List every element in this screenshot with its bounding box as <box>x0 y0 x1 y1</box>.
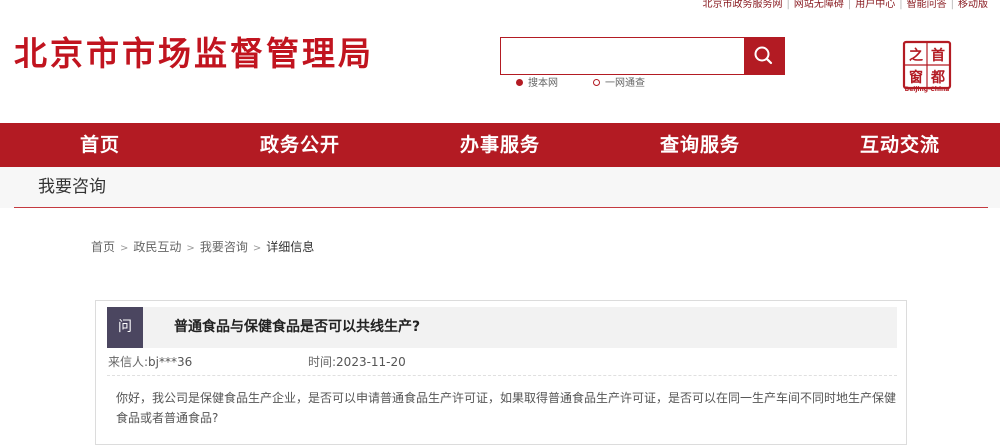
search-input[interactable] <box>501 38 744 74</box>
radio-unselected-icon <box>593 79 600 86</box>
top-link-mobile[interactable]: 移动版 <box>958 0 988 10</box>
top-link-separator: | <box>847 0 852 10</box>
chevron-right-icon: > <box>252 243 262 254</box>
card-divider <box>107 375 897 376</box>
logo-char: 之 <box>909 47 923 64</box>
top-link-separator: | <box>950 0 954 10</box>
question-content: 你好，我公司是保健食品生产企业，是否可以申请普通食品生产许可证，如果取得普通食品… <box>116 391 897 425</box>
nav-query[interactable]: 查询服务 <box>600 123 800 167</box>
sender-value: bj***36 <box>148 355 193 369</box>
breadcrumb-home[interactable]: 首页 <box>91 240 115 254</box>
top-link-accessibility[interactable]: 网站无障碍 <box>794 0 844 10</box>
question-title: 普通食品与保健食品是否可以共线生产? <box>174 319 421 335</box>
breadcrumb-consult[interactable]: 我要咨询 <box>200 240 248 254</box>
search-scope-label: 搜本网 <box>528 78 558 89</box>
question-badge: 问 <box>107 307 143 348</box>
search-icon <box>754 46 773 65</box>
time-label: 时间: <box>308 355 337 369</box>
breadcrumb-current: 详细信息 <box>266 240 315 254</box>
nav-gov-affairs[interactable]: 政务公开 <box>200 123 400 167</box>
search-scope-site[interactable]: 搜本网 <box>516 78 558 90</box>
search-box <box>500 37 785 75</box>
site-title[interactable]: 北京市市场监督管理局 <box>14 34 374 74</box>
nav-services[interactable]: 办事服务 <box>400 123 600 167</box>
nav-interaction[interactable]: 互动交流 <box>800 123 1000 167</box>
top-link-gov-service[interactable]: 北京市政务服务网 <box>703 0 783 10</box>
question-header: 问 普通食品与保健食品是否可以共线生产? <box>107 307 897 348</box>
search-scope-label: 一网通查 <box>605 78 645 89</box>
chevron-right-icon: > <box>120 243 129 254</box>
search-button[interactable] <box>744 38 784 74</box>
search-scope-all[interactable]: 一网通查 <box>593 78 645 90</box>
breadcrumb-interaction[interactable]: 政民互动 <box>133 240 181 254</box>
breadcrumb: 首页 > 政民互动 > 我要咨询 > 详细信息 <box>91 240 314 256</box>
logo-char: 首 <box>931 47 945 64</box>
logo-caption: Beijing·China <box>904 86 950 93</box>
main-nav: 首页 政务公开 办事服务 查询服务 互动交流 <box>0 123 1000 167</box>
top-link-smart-qa[interactable]: 智能问答 <box>907 0 947 10</box>
chevron-right-icon: > <box>186 243 195 254</box>
section-title: 我要咨询 <box>38 177 106 197</box>
nav-home[interactable]: 首页 <box>0 123 200 167</box>
top-link-separator: | <box>899 0 903 10</box>
sender-label: 来信人: <box>108 355 149 369</box>
time-value: 2023-11-20 <box>336 355 406 369</box>
top-links-bar: 北京市政务服务网 | 网站无障碍 | 用户中心 | 智能问答 | 移动版 <box>703 0 989 12</box>
logo-char: 窗 <box>909 69 923 86</box>
top-link-separator: | <box>786 0 790 10</box>
question-time: 时间:2023-11-20 <box>308 355 406 369</box>
logo-char: 都 <box>930 70 945 86</box>
question-sender: 来信人:bj***36 <box>108 355 192 369</box>
top-link-user-center[interactable]: 用户中心 <box>855 0 895 10</box>
section-header-bg <box>0 167 1000 208</box>
radio-selected-icon <box>516 79 523 86</box>
section-divider <box>14 207 988 208</box>
